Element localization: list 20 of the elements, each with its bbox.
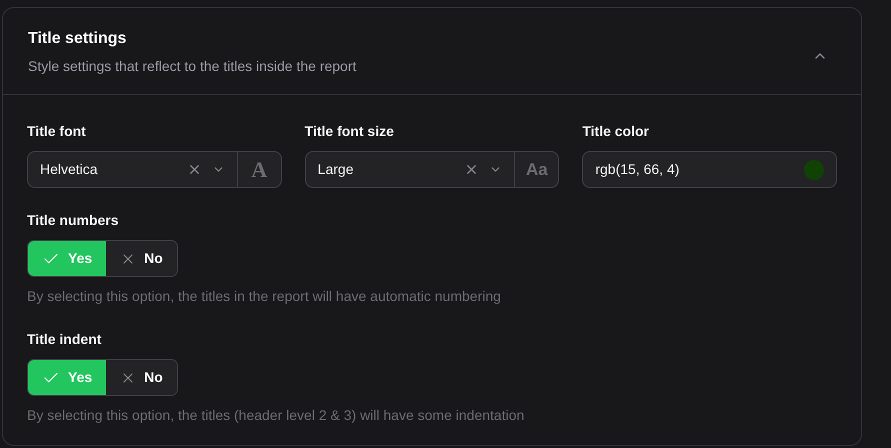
- select-value: Helvetica: [39, 160, 99, 179]
- color-field[interactable]: rgb(15, 66, 4): [582, 151, 838, 188]
- panel-subtitle: Style settings that reflect to the titles inside the report: [28, 57, 356, 76]
- field-label: Title numbers: [27, 211, 120, 230]
- select-field[interactable]: Large Aa: [304, 151, 560, 188]
- field-label: Title font size: [304, 122, 395, 141]
- help-text: By selecting this option, the titles in the report will have automatic numbering: [27, 287, 502, 306]
- font-icon: Aa: [526, 156, 548, 182]
- toggle-option[interactable]: No: [106, 360, 177, 395]
- field-label: Title font: [27, 122, 87, 141]
- select-field[interactable]: Helvetica A: [27, 151, 282, 188]
- field-label: Title indent: [27, 330, 102, 349]
- field-label: Title color: [582, 122, 650, 141]
- color-swatch[interactable]: [804, 160, 824, 180]
- panel-title: Title settings: [28, 29, 128, 49]
- toggle-option[interactable]: No: [106, 241, 177, 276]
- select-value: Large: [316, 160, 354, 179]
- color-value: rgb(15, 66, 4): [594, 160, 680, 179]
- help-text: By selecting this option, the titles (header level 2 & 3) will have some indentation: [27, 406, 526, 425]
- font-icon: A: [251, 153, 268, 186]
